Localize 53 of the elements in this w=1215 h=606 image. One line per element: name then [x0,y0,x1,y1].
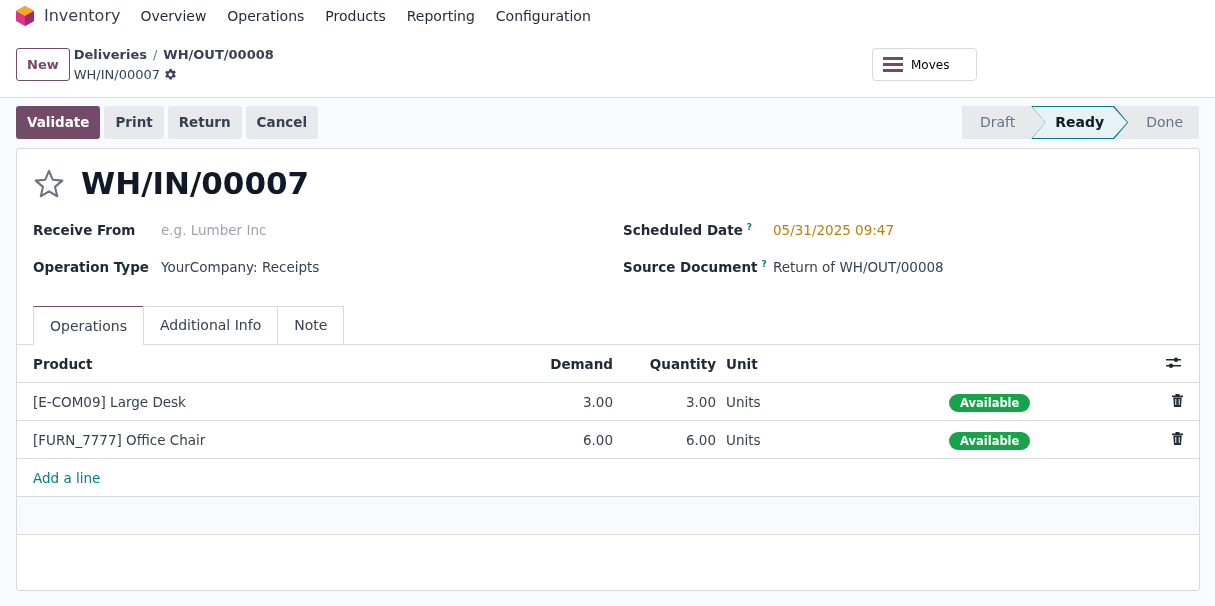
moves-button[interactable]: Moves [872,48,977,81]
breadcrumb-link[interactable]: WH/OUT/00008 [163,47,274,62]
status-badge: Available [949,393,1031,412]
star-icon[interactable] [33,168,65,199]
breadcrumb-separator: / [152,47,158,62]
menu-icon [883,57,903,72]
status-step[interactable]: Draft [962,106,1032,139]
menu-item[interactable]: Configuration [495,5,591,27]
breadcrumb-link[interactable]: Deliveries [73,47,147,62]
table-cell: 6.00 [537,420,621,459]
table-cell: 3.00 [537,382,621,421]
trash-icon[interactable] [1172,393,1183,407]
action-button[interactable]: Cancel [245,106,319,139]
settings-icon[interactable] [164,67,178,81]
add-line-link[interactable]: Add a line [33,469,101,486]
trash-icon[interactable] [1172,431,1183,445]
field-value[interactable]: Return of WH/OUT/00008 [773,257,944,278]
field-value[interactable]: YourCompany: Receipts [161,257,320,278]
help-mark[interactable]: ? [746,221,753,232]
menu-item[interactable]: Overview [140,5,207,27]
column-header: Product [17,344,537,383]
record-title: WH/IN/00007 [81,165,310,203]
tab[interactable]: Note [277,306,345,345]
table-cell: 3.00 [621,382,724,421]
table-cell: Units [724,420,939,459]
field-label: Receive From [33,222,136,239]
status-step[interactable]: Done [1128,106,1199,139]
field-value[interactable]: 05/31/2025 09:47 [773,220,894,241]
field-label: Scheduled Date [623,222,743,239]
table-cell: [E-COM09] Large Desk [17,382,537,421]
field-label: Operation Type [33,259,149,276]
field-label: Source Document [623,259,758,276]
menu-item[interactable]: Operations [227,5,305,27]
action-button[interactable]: Return [167,106,242,139]
column-header: Unit [724,344,939,383]
column-header: Quantity [621,344,724,383]
action-button[interactable]: Validate [16,106,101,139]
app-name[interactable]: Inventory [44,4,121,28]
status-badge: Available [949,431,1031,450]
tab[interactable]: Operations [33,306,144,346]
column-settings-icon[interactable] [1166,355,1181,369]
table-cell: [FURN_7777] Office Chair [17,420,537,459]
help-mark[interactable]: ? [761,258,767,269]
status-step[interactable]: Ready [1031,106,1129,139]
table-cell: 6.00 [621,420,724,459]
table-cell: Units [724,382,939,421]
action-button[interactable]: Print [104,106,164,139]
record-name: WH/IN/00007 [73,65,161,84]
new-button[interactable]: New [16,48,70,81]
menu-item[interactable]: Reporting [406,5,475,27]
app-logo-icon[interactable] [16,6,34,26]
column-header: Demand [537,344,621,383]
menu-item[interactable]: Products [325,5,386,27]
